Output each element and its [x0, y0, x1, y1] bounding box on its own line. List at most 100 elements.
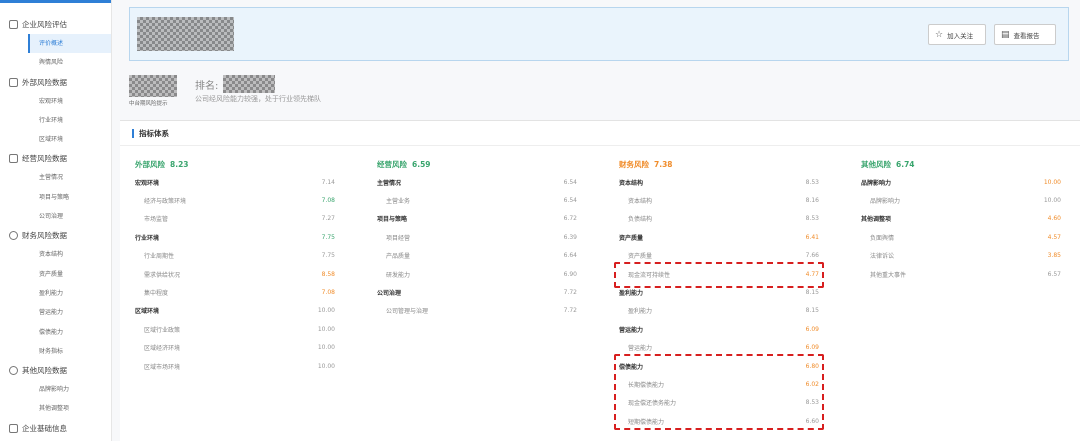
follow-button-label: 加入关注: [947, 31, 974, 40]
sidebar-group-1[interactable]: 外部风险数据: [0, 73, 111, 92]
indicator-label: 现金偿还债务能力: [628, 400, 677, 408]
indicator-label: 区域经济环境: [144, 345, 181, 353]
indicator-row: 营运能力 6.09: [619, 320, 819, 338]
indicator-label: 法律诉讼: [870, 253, 895, 261]
sidebar-item[interactable]: 财务指标: [0, 342, 111, 361]
document-icon: [9, 77, 18, 87]
sidebar-menu: 企业风险评估 评价概述 舆情风险 外部风险数据 宏观环境 行业环境 区域环境 经营风险数据 主营…: [0, 3, 111, 438]
indicator-score: 7.72: [563, 307, 577, 315]
indicator-label: 现金流可持续性: [628, 271, 671, 279]
sidebar-item[interactable]: 主营情况: [0, 168, 111, 187]
panel-title: 指标体系: [132, 129, 169, 138]
indicator-row: 主营业务 6.54: [377, 191, 577, 209]
indicator-row: 公司治理 7.72: [377, 283, 577, 301]
sidebar-item[interactable]: 品牌影响力: [0, 380, 111, 399]
indicator-score: 4.57: [1047, 233, 1061, 241]
indicator-score: 6.41: [805, 233, 819, 241]
indicator-row: 项目与策略 6.72: [377, 210, 577, 228]
indicator-label: 负面舆情: [870, 234, 895, 242]
sidebar-item[interactable]: 宏观环境: [0, 92, 111, 111]
sidebar-item[interactable]: 营运能力: [0, 303, 111, 322]
column-score: 6.74: [896, 159, 915, 169]
panel-divider: [120, 145, 1080, 146]
sidebar-item[interactable]: 评价概述: [28, 34, 111, 54]
view-report-button[interactable]: ▤ 查看报告: [994, 24, 1056, 45]
indicator-row: 宏观环境 7.14: [135, 173, 335, 191]
sidebar-group-label: 其他风险数据: [22, 366, 67, 376]
sidebar-item[interactable]: 其他调整项: [0, 399, 111, 418]
main-content: ☆ 加入关注 ▤ 查看报告 中台期风险提示 排名: 公司经风险能力较强，处于行业…: [112, 0, 1080, 441]
indicator-label: 项目经营: [386, 234, 411, 242]
sidebar-item[interactable]: 舆情风险: [0, 53, 111, 72]
sidebar-item[interactable]: 偿债能力: [0, 323, 111, 342]
indicator-label: 品牌影响力: [870, 198, 901, 206]
indicator-label: 资产质量: [628, 253, 653, 261]
sidebar-group-2[interactable]: 经营风险数据: [0, 149, 111, 168]
sidebar-item[interactable]: 盈利能力: [0, 284, 111, 303]
indicator-row: 需求供给状况 8.58: [135, 265, 335, 283]
follow-button[interactable]: ☆ 加入关注: [928, 24, 986, 45]
indicator-label: 偿债能力: [619, 363, 644, 371]
column-score: 8.23: [170, 159, 189, 169]
sidebar-item[interactable]: 行业环境: [0, 111, 111, 130]
indicator-row: 盈利能力 8.15: [619, 302, 819, 320]
indicator-label: 公司管理与治理: [386, 308, 429, 316]
rank-summary: 中台期风险提示 排名: 公司经风险能力较强，处于行业领先梯队: [129, 74, 1080, 110]
sidebar-group-5[interactable]: 企业基础信息: [0, 419, 111, 438]
sidebar-item[interactable]: 资本结构: [0, 245, 111, 264]
indicator-label: 资本结构: [619, 179, 644, 187]
indicator-score: 6.60: [805, 417, 819, 425]
sidebar-item[interactable]: 公司治理: [0, 207, 111, 226]
indicator-row: 经济与政策环境 7.08: [135, 191, 335, 209]
indicator-score: 8.53: [805, 215, 819, 223]
indicator-label: 行业环境: [135, 234, 160, 242]
indicator-score: 10.00: [317, 307, 335, 315]
indicator-score: 8.15: [805, 307, 819, 315]
indicator-column: 外部风险 8.23 宏观环境 7.14 经济与政策环境 7.08 市场监管 7.27 行业环境 7…: [135, 155, 335, 375]
sidebar-group-0[interactable]: 企业风险评估: [0, 15, 111, 34]
indicator-label: 主营业务: [386, 198, 411, 206]
indicator-label: 资本结构: [628, 198, 653, 206]
indicator-column: 经营风险 6.59 主营情况 6.54 主营业务 6.54 项目与策略 6.72 项目经营 6.3…: [377, 155, 577, 320]
column-title: 其他风险: [861, 159, 891, 169]
indicator-row: 其他调整项 4.60: [861, 210, 1061, 228]
indicator-score: 3.85: [1047, 252, 1061, 260]
indicator-label: 公司治理: [377, 290, 402, 298]
indicator-row: 行业周期性 7.75: [135, 247, 335, 265]
indicator-score: 6.39: [563, 233, 577, 241]
indicator-score: 6.57: [1047, 270, 1061, 278]
indicator-label: 主营情况: [377, 179, 402, 187]
indicator-label: 盈利能力: [628, 308, 653, 316]
indicator-label: 市场监管: [144, 216, 169, 224]
indicator-label: 负债结构: [628, 216, 653, 224]
info-icon: [9, 423, 18, 433]
sidebar-item[interactable]: 资产质量: [0, 265, 111, 284]
indicator-label: 产品质量: [386, 253, 411, 261]
indicator-row: 主营情况 6.54: [377, 173, 577, 191]
indicator-score: 7.75: [321, 233, 335, 241]
indicator-row: 产品质量 6.64: [377, 247, 577, 265]
indicator-row: 长期偿债能力 6.02: [619, 375, 819, 393]
indicator-score: 6.64: [563, 252, 577, 260]
indicator-score: 4.77: [805, 270, 819, 278]
indicator-score: 8.15: [805, 289, 819, 297]
indicator-column: 其他风险 6.74 品牌影响力 10.00 品牌影响力 10.00 其他调整项 4.60 负面舆…: [861, 155, 1061, 283]
view-report-label: 查看报告: [1013, 31, 1040, 40]
briefcase-icon: [9, 154, 18, 164]
sidebar-group-3[interactable]: 财务风险数据: [0, 226, 111, 245]
indicator-score: 7.75: [321, 252, 335, 260]
finance-icon: [9, 231, 18, 241]
sidebar-group-4[interactable]: 其他风险数据: [0, 361, 111, 380]
sidebar-item[interactable]: 区域环境: [0, 130, 111, 149]
indicator-label: 研发能力: [386, 271, 411, 279]
rank-label-text: 排名:: [195, 81, 219, 92]
indicator-label: 营运能力: [619, 326, 644, 334]
indicator-score: 6.80: [805, 362, 819, 370]
indicator-panel: 指标体系 外部风险 8.23 宏观环境 7.14 经济与政策环境 7.08 市场监管 7.27…: [120, 120, 1080, 441]
sidebar-item[interactable]: 项目与策略: [0, 188, 111, 207]
sidebar-nav: 企业风险评估 评价概述 舆情风险 外部风险数据 宏观环境 行业环境 区域环境 经营风险数据 主营…: [0, 0, 112, 441]
indicator-row: 资产质量 7.66: [619, 247, 819, 265]
indicator-row: 负债结构 8.53: [619, 210, 819, 228]
indicator-row: 品牌影响力 10.00: [861, 191, 1061, 209]
column-header: 经营风险 6.59: [377, 155, 577, 173]
